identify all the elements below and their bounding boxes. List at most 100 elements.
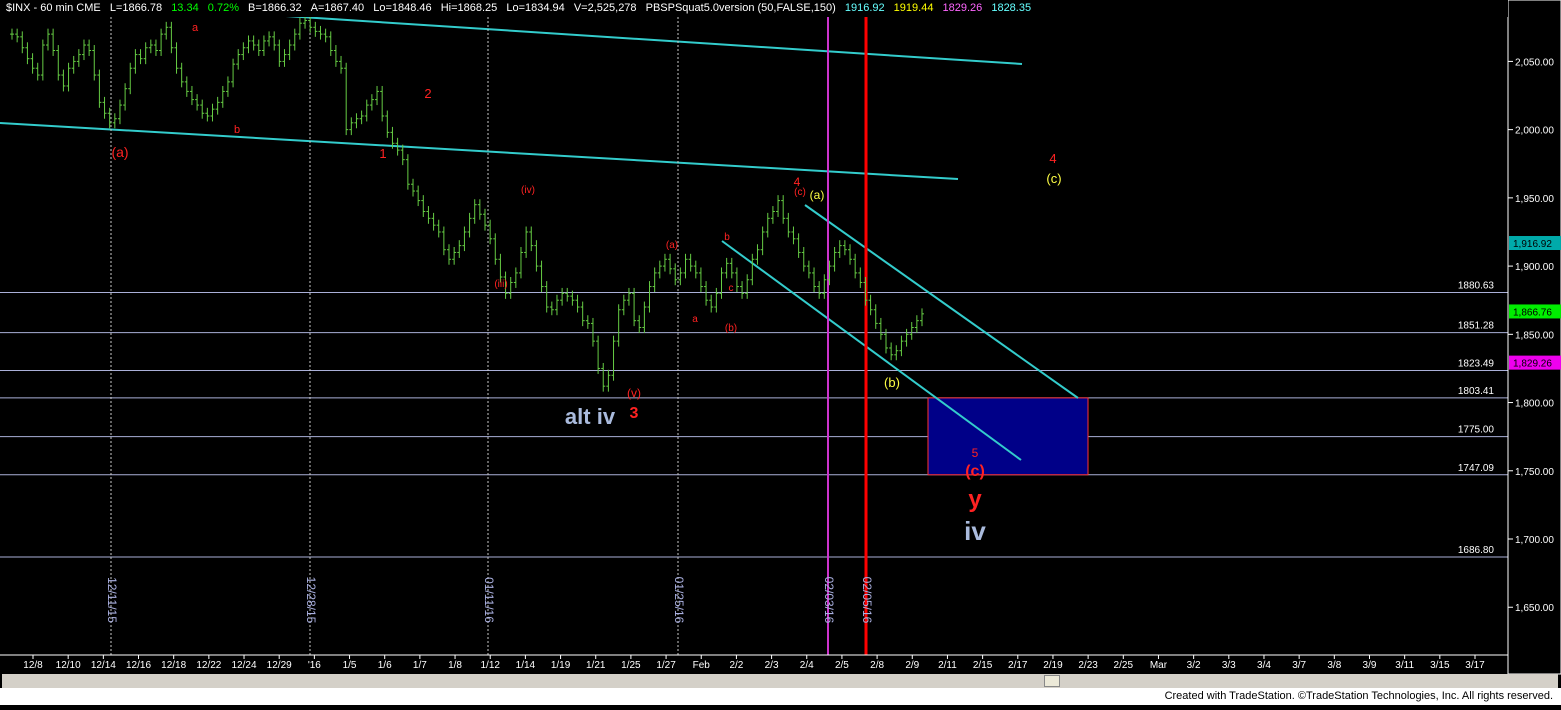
header-low: Lo=1834.94 <box>506 2 565 14</box>
header-high: Hi=1868.25 <box>440 2 498 14</box>
date-marker-label: 02/03/16 <box>822 577 836 624</box>
date-marker-label: 12/28/15 <box>304 577 318 624</box>
y-tick-label: 1,800.00 <box>1515 399 1554 410</box>
price-level-label: 1823.49 <box>1458 358 1495 369</box>
x-tick-label: '16 <box>308 660 321 671</box>
x-tick-label: Mar <box>1150 660 1168 671</box>
price-level-label: 1851.28 <box>1458 321 1495 332</box>
header-ind-value-2: 1919.44 <box>893 2 934 14</box>
copyright-text: Created with TradeStation. ©TradeStation… <box>1164 690 1553 702</box>
footer: Created with TradeStation. ©TradeStation… <box>0 688 1561 705</box>
header-indicator: PBSPSquat5.0version (50,FALSE,150) <box>645 2 836 14</box>
price-level-label: 1686.80 <box>1458 545 1495 556</box>
x-tick-label: 12/24 <box>232 660 257 671</box>
x-tick-label: 1/25 <box>621 660 641 671</box>
wave-label-red: b <box>234 124 240 136</box>
wave-label-blue: alt iv <box>565 404 616 429</box>
x-tick-label: 1/8 <box>448 660 462 671</box>
wave-label-red: 1 <box>379 146 386 161</box>
x-tick-label: 1/21 <box>586 660 606 671</box>
y-tick-label: 2,000.00 <box>1515 126 1554 137</box>
x-tick-label: 12/10 <box>56 660 81 671</box>
x-tick-label: 3/7 <box>1292 660 1306 671</box>
wave-label-red: a <box>692 314 698 325</box>
wave-label-blue: iv <box>964 516 986 546</box>
y-tick-label: 1,700.00 <box>1515 535 1554 546</box>
x-tick-label: 3/4 <box>1257 660 1271 671</box>
price-level-label: 1803.41 <box>1458 386 1495 397</box>
x-tick-label: 2/8 <box>870 660 884 671</box>
y-tick-label: 1,900.00 <box>1515 262 1554 273</box>
x-tick-label: 12/22 <box>196 660 221 671</box>
wave-label-red: 3 <box>630 405 639 422</box>
wave-label-red: y <box>968 486 982 513</box>
x-tick-label: 2/11 <box>938 660 957 671</box>
x-tick-label: 1/5 <box>343 660 357 671</box>
x-tick-label: 12/29 <box>267 660 292 671</box>
x-tick-label: 12/8 <box>23 660 43 671</box>
wave-label-red: 4 <box>1049 151 1056 166</box>
x-tick-label: 3/11 <box>1395 660 1414 671</box>
wave-label-red: 5 <box>972 446 979 460</box>
date-marker-label: 12/11/15 <box>105 577 119 623</box>
x-tick-label: 2/9 <box>905 660 919 671</box>
price-tag-label: 1,916.92 <box>1513 239 1552 250</box>
header-ask: A=1867.40 <box>310 2 365 14</box>
wave-label-yellow: (c) <box>1046 171 1061 186</box>
x-tick-label: 1/6 <box>378 660 392 671</box>
x-tick-label: 12/16 <box>126 660 151 671</box>
y-tick-label: 1,750.00 <box>1515 467 1554 478</box>
wave-label-red: (v) <box>627 386 641 400</box>
wave-label-red: b <box>724 232 730 243</box>
x-tick-label: 3/9 <box>1363 660 1377 671</box>
chart-canvas: 1880.63 1851.28 1823.49 1803.41 1775.00 1747.… <box>0 0 1561 705</box>
price-level-label: 1747.09 <box>1458 463 1495 474</box>
x-tick-label: 2/5 <box>835 660 849 671</box>
y-tick-label: 2,050.00 <box>1515 57 1554 68</box>
x-tick-label: 12/14 <box>91 660 116 671</box>
wave-label-red: c <box>729 283 734 294</box>
x-tick-label: 1/19 <box>551 660 571 671</box>
scrollbar-thumb[interactable] <box>1044 675 1060 687</box>
x-tick-label: 3/2 <box>1187 660 1201 671</box>
header-change: 13.34 <box>171 2 199 14</box>
header-ind-value-1: 1916.92 <box>844 2 885 14</box>
header-volume: V=2,525,278 <box>573 2 637 14</box>
header-change-pct: 0.72% <box>207 2 239 14</box>
wave-label-yellow: (a) <box>810 188 825 202</box>
x-tick-label: 1/7 <box>413 660 427 671</box>
header-symbol: $INX - 60 min CME <box>6 2 101 14</box>
wave-label-red: 2 <box>424 86 431 101</box>
wave-label-red: (c) <box>965 463 985 480</box>
y-tick-label: 1,650.00 <box>1515 603 1554 614</box>
x-tick-label: Feb <box>693 660 711 671</box>
x-tick-label: 1/27 <box>656 660 676 671</box>
wave-label-red: (a) <box>666 240 678 251</box>
wave-label-red: a <box>192 22 199 34</box>
price-chart[interactable]: 1880.63 1851.28 1823.49 1803.41 1775.00 1747.… <box>0 0 1561 705</box>
x-tick-label: 2/23 <box>1078 660 1098 671</box>
price-level-label: 1775.00 <box>1458 425 1495 436</box>
wave-label-red: (c) <box>794 187 806 198</box>
chart-header: $INX - 60 min CME L=1866.78 13.34 0.72% … <box>0 0 1508 17</box>
x-tick-label: 2/25 <box>1114 660 1134 671</box>
y-tick-label: 1,850.00 <box>1515 330 1554 341</box>
header-last: L=1866.78 <box>109 2 163 14</box>
header-ind-value-3: 1829.26 <box>942 2 983 14</box>
date-marker-label: 01/11/16 <box>482 577 496 623</box>
x-tick-label: 3/8 <box>1327 660 1341 671</box>
x-tick-label: 3/17 <box>1465 660 1485 671</box>
header-low-today: Lo=1848.46 <box>373 2 432 14</box>
horizontal-scrollbar[interactable] <box>2 674 1558 688</box>
x-tick-label: 2/4 <box>800 660 814 671</box>
wave-label-red: (iii) <box>494 279 507 290</box>
x-tick-label: 12/18 <box>161 660 186 671</box>
price-tag-label: 1,866.76 <box>1513 307 1552 318</box>
wave-label-red: (iv) <box>521 185 535 196</box>
y-tick-label: 1,950.00 <box>1515 194 1554 205</box>
date-marker-label: 01/25/16 <box>672 577 686 624</box>
wave-label-yellow: (b) <box>884 375 900 390</box>
header-bid: B=1866.32 <box>248 2 302 14</box>
x-tick-label: 1/14 <box>516 660 536 671</box>
x-tick-label: 3/15 <box>1430 660 1450 671</box>
